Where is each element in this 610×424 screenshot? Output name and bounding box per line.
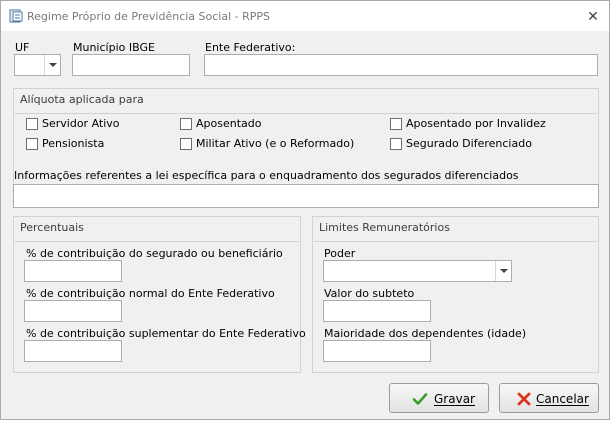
municipio-input[interactable]: [72, 54, 190, 76]
checkbox-box[interactable]: [180, 118, 192, 130]
normal-label: % de contribuição normal do Ente Federat…: [26, 287, 275, 300]
checkbox-box[interactable]: [180, 138, 192, 150]
gravar-label: Gravar: [434, 392, 475, 406]
limites-divider: [314, 241, 597, 242]
percentuais-divider: [15, 241, 299, 242]
window-title: Regime Próprio de Previdência Social - R…: [27, 10, 271, 23]
checkbox-label: Aposentado: [196, 117, 262, 130]
segurado-label: % de contribuição do segurado ou benefic…: [26, 247, 283, 260]
uf-label: UF: [15, 41, 30, 54]
checkbox-box[interactable]: [390, 138, 402, 150]
app-icon: [9, 9, 23, 23]
informacoes-label: Informações referentes a lei específica …: [14, 169, 519, 182]
checkbox-label: Segurado Diferenciado: [406, 137, 532, 150]
limites-group: Limites Remuneratórios Poder Valor do su…: [312, 216, 599, 373]
aliquota-divider: [15, 113, 597, 114]
uf-dropdown-arrow-icon[interactable]: [44, 55, 60, 75]
suplementar-input[interactable]: [24, 340, 122, 362]
checkbox-box[interactable]: [390, 118, 402, 130]
rpps-dialog: Regime Próprio de Previdência Social - R…: [0, 0, 610, 420]
cancel-x-icon: [517, 392, 531, 406]
dialog-body: UF Município IBGE Ente Federativo: Alíqu…: [1, 31, 609, 419]
checkbox-label: Pensionista: [42, 137, 105, 150]
limites-title: Limites Remuneratórios: [319, 221, 450, 234]
poder-label: Poder: [324, 247, 356, 260]
cancelar-label: Cancelar: [536, 392, 589, 406]
cancelar-button[interactable]: Cancelar: [499, 383, 599, 413]
ente-input[interactable]: [204, 54, 598, 76]
poder-select[interactable]: [323, 260, 512, 282]
aliquota-title: Alíquota aplicada para: [20, 93, 144, 106]
percentuais-group: Percentuais % de contribuição do segurad…: [13, 216, 306, 373]
checkbox-box[interactable]: [26, 138, 38, 150]
segurado-input[interactable]: [24, 260, 122, 282]
background-strip: [0, 420, 610, 424]
check-icon: [412, 393, 428, 405]
checkbox-label: Militar Ativo (e o Reformado): [196, 137, 355, 150]
checkbox-box[interactable]: [26, 118, 38, 130]
percentuais-title: Percentuais: [20, 221, 84, 234]
maioridade-input[interactable]: [323, 340, 431, 362]
municipio-label: Município IBGE: [73, 41, 155, 54]
suplementar-label: % de contribuição suplementar do Ente Fe…: [26, 327, 306, 340]
uf-select[interactable]: [14, 54, 61, 76]
gravar-button[interactable]: Gravar: [389, 383, 489, 413]
informacoes-input[interactable]: [13, 184, 599, 208]
subteto-input[interactable]: [323, 300, 431, 322]
maioridade-label: Maioridade dos dependentes (idade): [324, 327, 527, 340]
poder-dropdown-arrow-icon[interactable]: [495, 261, 511, 281]
subteto-label: Valor do subteto: [324, 287, 415, 300]
ente-label: Ente Federativo:: [205, 41, 296, 54]
close-button[interactable]: ✕: [585, 9, 601, 25]
checkbox-label: Aposentado por Invalidez: [406, 117, 546, 130]
title-bar: Regime Próprio de Previdência Social - R…: [1, 1, 609, 31]
checkbox-label: Servidor Ativo: [42, 117, 120, 130]
normal-input[interactable]: [24, 300, 122, 322]
